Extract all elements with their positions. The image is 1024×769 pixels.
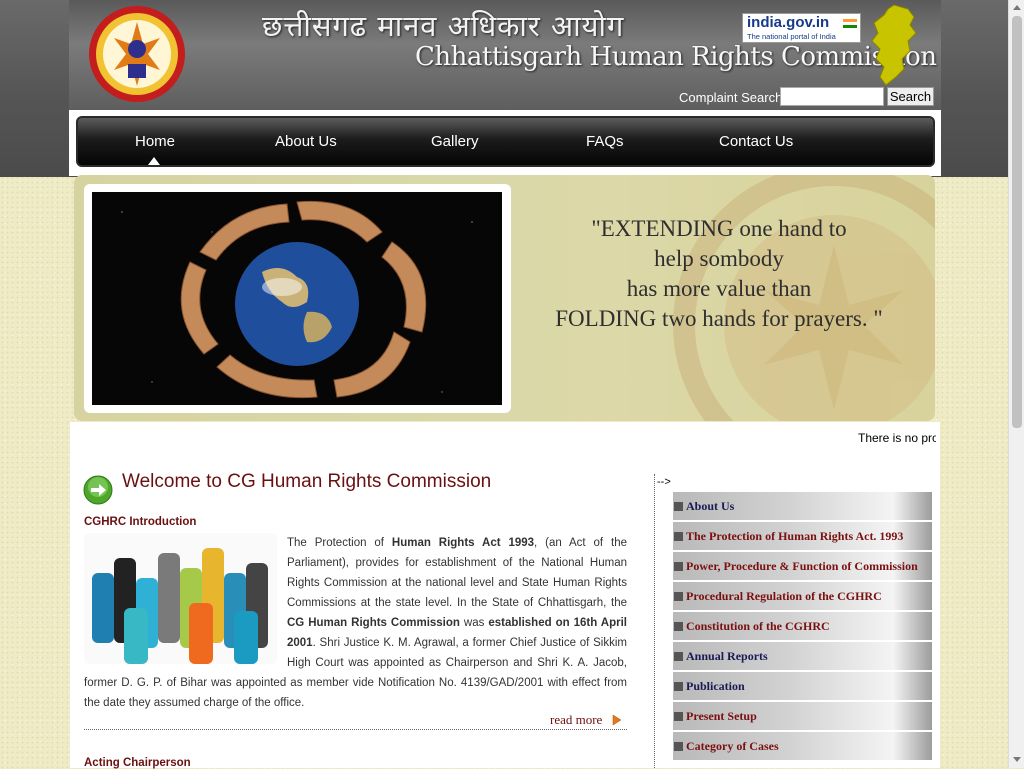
side-menu-label: Power, Procedure & Function of Commissio… xyxy=(686,559,918,573)
side-menu-item-category-of-cases[interactable]: Category of Cases xyxy=(673,732,932,760)
side-menu-label: About Us xyxy=(686,499,735,513)
bullet-icon xyxy=(674,652,683,661)
intro-text: The Protection of xyxy=(287,537,392,549)
stray-text: --> xyxy=(657,476,671,488)
side-menu-item-protection-act[interactable]: The Protection of Human Rights Act. 1993 xyxy=(673,522,932,550)
chhattisgarh-map-icon xyxy=(871,4,917,86)
scroll-down-icon[interactable] xyxy=(1013,757,1021,762)
bullet-icon xyxy=(674,742,683,751)
quote-line: "EXTENDING one hand to xyxy=(591,216,847,241)
bullet-icon xyxy=(674,682,683,691)
intro-heading: CGHRC Introduction xyxy=(84,516,197,528)
bullet-icon xyxy=(674,622,683,631)
side-menu-item-publication[interactable]: Publication xyxy=(673,672,932,700)
side-menu-label: Present Setup xyxy=(686,709,757,723)
bullet-icon xyxy=(674,712,683,721)
side-menu-label: The Protection of Human Rights Act. 1993 xyxy=(686,529,904,543)
acting-chairperson-heading: Acting Chairperson xyxy=(84,757,191,769)
vertical-scrollbar[interactable] xyxy=(1008,0,1024,768)
bullet-icon xyxy=(674,592,683,601)
india-gov-subtitle: The national portal of India xyxy=(747,32,836,41)
scroll-up-icon[interactable] xyxy=(1013,5,1021,10)
side-menu-item-about-us[interactable]: About Us xyxy=(673,492,932,520)
intro-bold: CG Human Rights Commission xyxy=(287,617,460,629)
side-menu-label: Publication xyxy=(686,679,745,693)
side-menu-item-constitution[interactable]: Constitution of the CGHRC xyxy=(673,612,932,640)
side-menu-label: Constitution of the CGHRC xyxy=(686,619,830,633)
complaint-search-input[interactable] xyxy=(780,87,884,106)
complaint-search-label: Complaint Search: xyxy=(679,90,786,105)
quote-line: has more value than xyxy=(626,276,812,301)
search-button[interactable]: Search xyxy=(887,87,934,106)
india-gov-link[interactable]: india.gov.in The national portal of Indi… xyxy=(742,13,861,43)
site-title-hindi: छत्तीसगढ मानव अधिकार आयोग xyxy=(262,9,625,43)
side-menu-label: Annual Reports xyxy=(686,649,768,663)
read-more-link[interactable]: read more xyxy=(550,712,602,728)
arrow-right-icon xyxy=(83,475,113,505)
india-flag-icon xyxy=(843,19,857,28)
nav-home[interactable]: Home xyxy=(135,133,175,150)
side-menu-item-power-procedure[interactable]: Power, Procedure & Function of Commissio… xyxy=(673,552,932,580)
column-divider xyxy=(654,474,655,768)
hands-around-globe-image xyxy=(92,192,502,405)
india-gov-title: india.gov.in xyxy=(747,14,830,31)
arrow-right-icon[interactable] xyxy=(612,714,622,726)
divider xyxy=(84,729,627,730)
side-menu-label: Category of Cases xyxy=(686,739,779,753)
side-menu-item-present-setup[interactable]: Present Setup xyxy=(673,702,932,730)
side-menu: About Us The Protection of Human Rights … xyxy=(673,492,932,762)
news-marquee: There is no pro xyxy=(858,431,936,445)
side-menu-item-annual-reports[interactable]: Annual Reports xyxy=(673,642,932,670)
nav-contact-us[interactable]: Contact Us xyxy=(719,133,793,150)
nav-faqs[interactable]: FAQs xyxy=(586,133,624,150)
bullet-icon xyxy=(674,532,683,541)
cghrc-logo[interactable] xyxy=(86,4,188,104)
bullet-icon xyxy=(674,562,683,571)
side-menu-label: Procedural Regulation of the CGHRC xyxy=(686,589,882,603)
nav-active-indicator-icon xyxy=(148,157,160,165)
main-nav: Home About Us Gallery FAQs Contact Us xyxy=(76,116,935,167)
bullet-icon xyxy=(674,502,683,511)
welcome-heading: Welcome to CG Human Rights Commission xyxy=(122,471,492,492)
nav-about-us[interactable]: About Us xyxy=(275,133,337,150)
scrollbar-thumb[interactable] xyxy=(1012,16,1022,428)
quote-line: FOLDING two hands for prayers. " xyxy=(555,306,883,331)
site-title-english: Chhattisgarh Human Rights Commission xyxy=(415,42,937,72)
banner-quote: "EXTENDING one hand to help sombody has … xyxy=(534,214,904,334)
nav-gallery[interactable]: Gallery xyxy=(431,133,479,150)
intro-text: was xyxy=(459,617,489,629)
intro-bold: Human Rights Act 1993 xyxy=(391,537,535,549)
intro-paragraph: The Protection of Human Rights Act 1993,… xyxy=(84,533,627,713)
quote-line: help sombody xyxy=(654,246,784,271)
side-menu-item-procedural-regulation[interactable]: Procedural Regulation of the CGHRC xyxy=(673,582,932,610)
